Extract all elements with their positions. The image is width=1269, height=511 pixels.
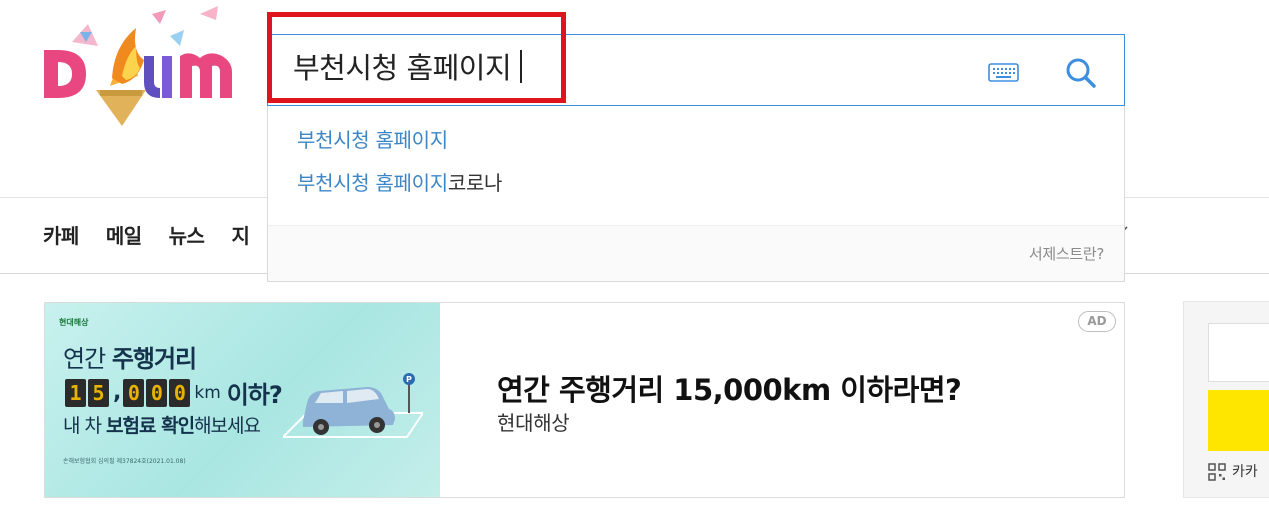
nav-item-mail[interactable]: 메일 — [106, 222, 142, 252]
ad-block[interactable]: 현대해상 연간 주행거리 1 5 , 0 0 0 km 이하? 내 차 보험료 … — [44, 302, 1125, 498]
ad-banner-note: 손해보험협회 심의필 제37824호(2021.01.08) — [63, 458, 186, 465]
ad-banner-brand: 현대해상 — [59, 318, 89, 327]
suggestion-dropdown: 부천시청 홈페이지 부천시청 홈페이지코로나 서제스트란? — [267, 106, 1125, 282]
ad-advertiser[interactable]: 현대해상 — [497, 407, 570, 436]
suggestion-item[interactable]: 부천시청 홈페이지 — [297, 127, 448, 153]
nav-item-cafe[interactable]: 카페 — [43, 222, 79, 252]
suggestion-footer: 서제스트란? — [268, 225, 1124, 281]
ad-banner-sub: 내 차 보험료 확인해보세요 — [63, 415, 261, 437]
svg-text:P: P — [406, 375, 412, 384]
ad-banner-image[interactable]: 현대해상 연간 주행거리 1 5 , 0 0 0 km 이하? 내 차 보험료 … — [45, 303, 440, 497]
main-nav: 카페 메일 뉴스 지 — [43, 222, 276, 252]
side-login-area[interactable] — [1208, 323, 1269, 382]
side-kakao-label[interactable]: 카카 — [1232, 461, 1258, 481]
daum-logo[interactable] — [40, 6, 240, 130]
ad-badge: AD — [1078, 311, 1116, 332]
ad-banner-headline: 연간 주행거리 — [63, 345, 197, 373]
highlight-box — [267, 12, 566, 103]
keyboard-icon[interactable] — [988, 63, 1019, 82]
ad-title[interactable]: 연간 주행거리 15,000km 이하라면? — [497, 367, 962, 409]
qr-icon[interactable] — [1208, 463, 1226, 481]
search-icon[interactable] — [1063, 55, 1099, 91]
nav-item-map[interactable]: 지 — [231, 222, 249, 252]
nav-item-news[interactable]: 뉴스 — [169, 222, 205, 252]
suggest-help-link[interactable]: 서제스트란? — [1029, 243, 1104, 264]
suggestion-item[interactable]: 부천시청 홈페이지코로나 — [297, 170, 502, 196]
ad-banner-digits: 1 5 , 0 0 0 km 이하? — [65, 375, 283, 410]
kakao-login-button[interactable] — [1208, 390, 1269, 451]
car-icon: P — [283, 373, 423, 438]
